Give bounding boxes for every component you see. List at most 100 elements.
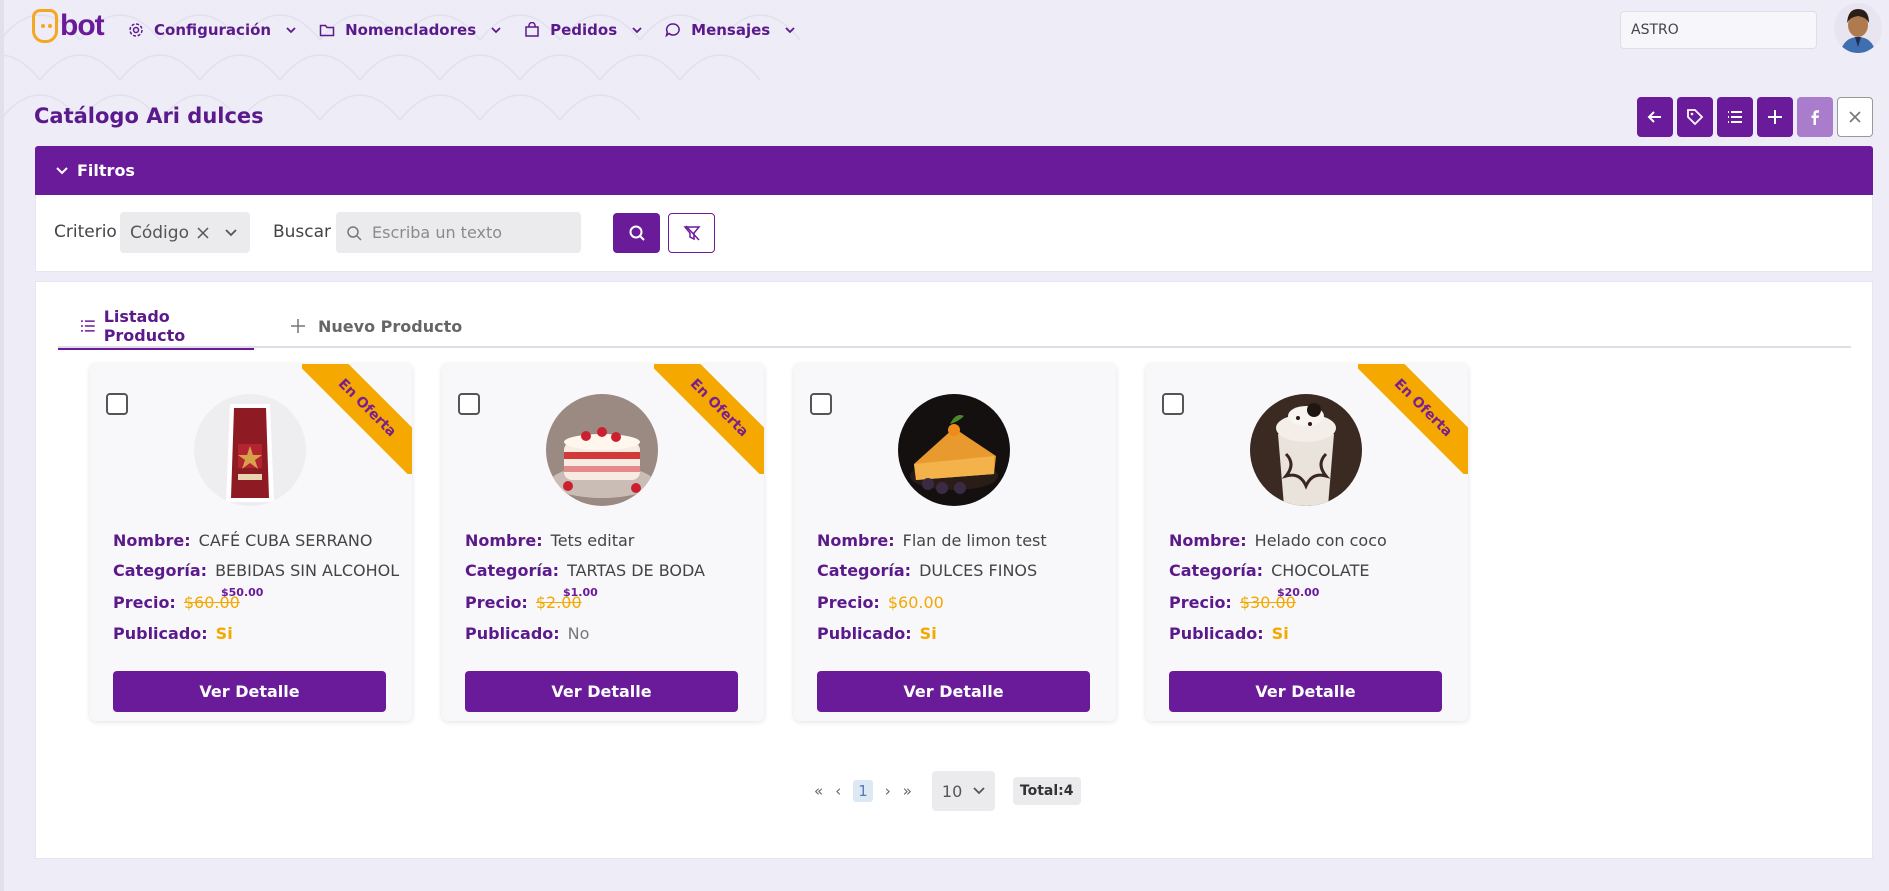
- page-1-button[interactable]: 1: [853, 780, 873, 802]
- select-checkbox[interactable]: [458, 393, 480, 415]
- select-checkbox[interactable]: [106, 393, 128, 415]
- next-page-button[interactable]: ›: [885, 782, 891, 800]
- facebook-button[interactable]: [1797, 97, 1833, 137]
- select-checkbox[interactable]: [1162, 393, 1184, 415]
- page-toolbar: [1637, 97, 1877, 137]
- milkshake-image: [1250, 394, 1362, 506]
- tab-listado-label: Listado Producto: [103, 307, 186, 345]
- search-icon: [629, 225, 645, 241]
- rows-per-page-select[interactable]: 10: [931, 771, 995, 811]
- chevron-down-icon: [491, 27, 501, 34]
- nombre-label: Nombre:: [465, 531, 543, 550]
- menu-configuracion-label: Configuración: [154, 21, 272, 39]
- folder-icon: [319, 24, 335, 37]
- offer-ribbon: En Oferta: [654, 364, 764, 474]
- list-icon: [80, 320, 95, 332]
- menu-mensajes[interactable]: Mensajes: [665, 21, 796, 39]
- brand-logo[interactable]: bot: [32, 8, 105, 44]
- offer-ribbon: En Oferta: [302, 364, 412, 474]
- published-status: Si: [919, 624, 937, 643]
- offer-ribbon: En Oferta: [1358, 364, 1468, 474]
- total-count: Total:4: [1012, 777, 1081, 805]
- publicado-label: Publicado:: [1169, 624, 1264, 643]
- published-status: Si: [215, 624, 233, 643]
- categoria-label: Categoría:: [465, 561, 560, 580]
- product-name: Helado con coco: [1254, 531, 1387, 550]
- product-price: $60.00: [887, 593, 944, 612]
- product-category: BEBIDAS SIN ALCOHOL: [215, 561, 400, 580]
- menu-pedidos-label: Pedidos: [550, 21, 618, 39]
- product-price: $30.00: [1239, 593, 1296, 612]
- back-button[interactable]: [1637, 97, 1673, 137]
- menu-nomencladores[interactable]: Nomencladores: [319, 21, 502, 39]
- ver-detalle-button[interactable]: Ver Detalle: [465, 671, 738, 712]
- published-status: Si: [1271, 624, 1289, 643]
- tab-bar: Listado Producto Nuevo Producto: [58, 304, 1851, 350]
- prev-page-button[interactable]: ‹: [835, 782, 841, 800]
- first-page-button[interactable]: «: [814, 782, 823, 800]
- ver-detalle-button[interactable]: Ver Detalle: [113, 671, 386, 712]
- product-name: Tets editar: [550, 531, 635, 550]
- criterio-label: Criterio: [54, 222, 117, 242]
- robot-logo-icon: [32, 9, 58, 43]
- add-button[interactable]: [1757, 97, 1793, 137]
- product-category: CHOCOLATE: [1271, 561, 1370, 580]
- close-button[interactable]: [1837, 97, 1873, 137]
- menu-configuracion[interactable]: Configuración: [128, 21, 297, 39]
- cake-image: [546, 394, 658, 506]
- nombre-label: Nombre:: [1169, 531, 1247, 550]
- chevron-down-icon: [973, 787, 985, 795]
- search-button[interactable]: [613, 213, 660, 253]
- list-button[interactable]: [1717, 97, 1753, 137]
- tab-listado-producto[interactable]: Listado Producto: [58, 304, 254, 350]
- precio-label: Precio:: [465, 593, 528, 612]
- tab-nuevo-producto[interactable]: Nuevo Producto: [288, 304, 462, 348]
- search-input[interactable]: Escriba un texto: [336, 212, 581, 253]
- ver-detalle-button[interactable]: Ver Detalle: [1169, 671, 1442, 712]
- nombre-label: Nombre:: [817, 531, 895, 550]
- pagination: « ‹ 1 › » 10 Total:4: [814, 771, 1081, 811]
- menu-pedidos[interactable]: Pedidos: [524, 21, 643, 39]
- publicado-label: Publicado:: [113, 624, 208, 643]
- clear-icon[interactable]: [196, 226, 210, 240]
- select-checkbox[interactable]: [810, 393, 832, 415]
- product-image: [1250, 394, 1362, 506]
- plus-icon: [1768, 110, 1782, 124]
- facebook-icon: [1811, 110, 1819, 125]
- categoria-label: Categoría:: [1169, 561, 1264, 580]
- filters-header[interactable]: Filtros: [35, 146, 1873, 195]
- chevron-down-icon: [56, 166, 68, 174]
- chevron-down-icon: [632, 27, 642, 34]
- coffee-bag-image: [194, 394, 306, 506]
- plus-icon: [291, 319, 305, 333]
- precio-label: Precio:: [113, 593, 176, 612]
- product-image: [546, 394, 658, 506]
- rows-per-page-value: 10: [941, 781, 963, 801]
- search-placeholder: Escriba un texto: [372, 223, 503, 242]
- top-nav: bot Configuración Nomencladores Pedidos …: [0, 0, 1889, 62]
- product-name: Flan de limon test: [902, 531, 1047, 550]
- chevron-down-icon: [785, 27, 795, 34]
- categoria-label: Categoría:: [817, 561, 912, 580]
- list-icon: [1728, 111, 1742, 123]
- page-title: Catálogo Ari dulces: [34, 104, 264, 128]
- publicado-label: Publicado:: [465, 624, 560, 643]
- tags-button[interactable]: [1677, 97, 1713, 137]
- product-card: En Oferta Nombre: Helado con coco Categor…: [1146, 364, 1468, 721]
- filters-panel: Criterio Código Buscar Escriba un texto: [35, 195, 1873, 272]
- clear-filter-button[interactable]: [668, 213, 715, 253]
- user-store-field[interactable]: ASTRO: [1620, 11, 1817, 49]
- precio-label: Precio:: [1169, 593, 1232, 612]
- arrow-left-icon: [1647, 111, 1661, 123]
- product-price: $2.00: [535, 593, 582, 612]
- last-page-button[interactable]: »: [903, 782, 912, 800]
- criterio-select[interactable]: Código: [120, 212, 250, 253]
- main-menu: Configuración Nomencladores Pedidos Mens…: [128, 0, 818, 60]
- logo-text: bot: [60, 9, 105, 42]
- user-avatar[interactable]: [1834, 3, 1882, 53]
- ver-detalle-button[interactable]: Ver Detalle: [817, 671, 1090, 712]
- published-status: No: [567, 624, 590, 643]
- product-name: CAFÉ CUBA SERRANO: [198, 531, 373, 550]
- chevron-down-icon[interactable]: [224, 226, 238, 240]
- categoria-label: Categoría:: [113, 561, 208, 580]
